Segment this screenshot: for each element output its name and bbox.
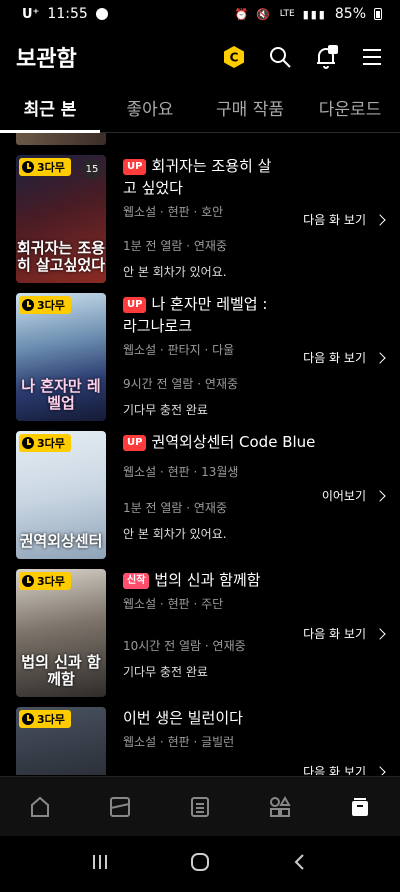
up-tag: UP [123,297,147,313]
cover-image[interactable]: 3다무 권역외상센터 [16,431,106,559]
library-tabs: 최근 본 좋아요 구매 작품 다운로드 [0,88,400,133]
item-note: 기다무 충전 완료 [123,665,208,679]
up-tag: UP [123,435,147,451]
item-meta: 10시간 전 열람 · 연재중 [123,639,246,653]
item-title[interactable]: UP 권역외상센터 Code Blue [123,431,323,453]
home-icon[interactable] [20,787,60,827]
list-item[interactable]: 3다무 이번 생은 빌런이다 웹소설 · 현판 · 글빌런 다음 화 보기 [0,707,400,775]
item-genre: 웹소설 · 현판 · 주단 [123,597,224,611]
library-icon[interactable] [340,787,380,827]
menu-icon[interactable] [358,43,386,71]
item-title[interactable]: 이번 생은 빌런이다 [123,707,323,729]
wait-free-badge: 3다무 [19,296,71,314]
item-note: 기다무 충전 완료 [123,403,208,417]
tab-recent[interactable]: 최근 본 [0,88,100,133]
cover-title: 권역외상센터 [19,531,103,550]
list-item[interactable]: 3다무 15 회귀자는 조용히 살고싶었다 UP 회귀자는 조용히 살고 싶었다 … [0,155,400,283]
chevron-right-icon [374,213,386,226]
svg-text:C: C [230,51,239,65]
cover-title: 회귀자는 조용히 살고싶었다 [16,239,106,274]
bottom-navigation [0,776,400,837]
back-icon[interactable] [290,852,310,876]
item-meta: 1분 전 열람 · 연재중 [123,501,227,515]
clock-icon [22,437,34,449]
next-episode-button[interactable]: 다음 화 보기 [303,625,386,642]
cover-image[interactable]: 3다무 [16,707,106,775]
battery-icon [374,8,382,20]
recent-list: 3다무 15 회귀자는 조용히 살고싶었다 UP 회귀자는 조용히 살고 싶었다 … [0,133,400,775]
wait-free-badge: 3다무 [19,710,71,728]
continue-reading-button[interactable]: 이어보기 [322,487,386,504]
home-button-icon[interactable] [189,851,211,877]
item-meta: 9시간 전 열람 · 연재중 [123,377,239,391]
app-header: 보관함 C [0,30,400,84]
chevron-right-icon [374,351,386,364]
tab-likes[interactable]: 좋아요 [100,88,200,132]
clock-icon [22,161,34,173]
next-episode-button[interactable]: 다음 화 보기 [303,211,386,228]
recent-apps-icon[interactable] [90,852,110,876]
time: 11:55 [47,6,88,22]
previous-item-cover [16,133,106,145]
item-note: 안 본 회차가 있어요. [123,527,227,541]
cover-image[interactable]: 3다무 15 회귀자는 조용히 살고싶었다 [16,155,106,283]
search-icon[interactable] [266,43,294,71]
cash-icon[interactable]: C [220,43,248,71]
item-title[interactable]: UP 회귀자는 조용히 살고 싶었다 [123,155,283,199]
wait-free-badge: 3다무 [19,158,71,176]
carrier-label: U⁺ [22,6,40,22]
age-rating-badge: 15 [82,159,102,179]
item-title[interactable]: 신작 법의 신과 함께함 [123,569,323,591]
item-note: 안 본 회차가 있어요. [123,265,227,279]
page-title: 보관함 [16,47,77,72]
message-notification-icon [95,8,108,20]
signal-icon: ▮▮▮ [302,7,327,21]
item-meta: 1분 전 열람 · 연재중 [123,239,227,253]
wait-free-badge: 3다무 [19,434,71,452]
system-navigation [0,836,400,892]
chevron-right-icon [374,489,386,502]
next-episode-button[interactable]: 다음 화 보기 [303,349,386,366]
battery-percent: 85% [334,6,366,22]
wait-free-badge: 3다무 [19,572,71,590]
up-tag: UP [123,159,147,175]
item-genre: 웹소설 · 현판 · 글빌런 [123,735,235,749]
cover-image[interactable]: 3다무 법의 신과 함께함 [16,569,106,697]
cover-image[interactable]: 3다무 나 혼자만 레벨업 [16,293,106,421]
lte-label: LTE [279,9,295,19]
item-genre: 웹소설 · 현판 · 13월생 [123,465,239,479]
novel-icon[interactable] [180,787,220,827]
notification-bell-icon[interactable] [312,43,340,71]
chevron-right-icon [374,627,386,640]
list-item[interactable]: 3다무 나 혼자만 레벨업 UP 나 혼자만 레벨업 : 라그나로크 웹소설 · … [0,293,400,421]
tab-purchased[interactable]: 구매 작품 [200,88,300,132]
chevron-right-icon [374,765,386,775]
new-tag: 신작 [123,573,150,589]
cover-title: 법의 신과 함께함 [21,653,101,688]
clock-icon [22,575,34,587]
next-episode-button[interactable]: 다음 화 보기 [303,763,386,775]
clock-icon [22,299,34,311]
item-title[interactable]: UP 나 혼자만 레벨업 : 라그나로크 [123,293,283,337]
clock-icon [22,713,34,725]
category-icon[interactable] [260,787,300,827]
list-item[interactable]: 3다무 법의 신과 함께함 신작 법의 신과 함께함 웹소설 · 현판 · 주단 … [0,569,400,697]
list-item[interactable]: 3다무 권역외상센터 UP 권역외상센터 Code Blue 웹소설 · 현판 ·… [0,431,400,559]
alarm-mute-icons: ⏰ 🔇 [234,7,272,21]
cover-title: 나 혼자만 레벨업 [21,377,101,412]
webtoon-icon[interactable] [100,787,140,827]
tab-downloads[interactable]: 다운로드 [300,88,400,132]
status-bar: U⁺ 11:55 ⏰ 🔇 LTE ▮▮▮ 85% [0,0,400,28]
